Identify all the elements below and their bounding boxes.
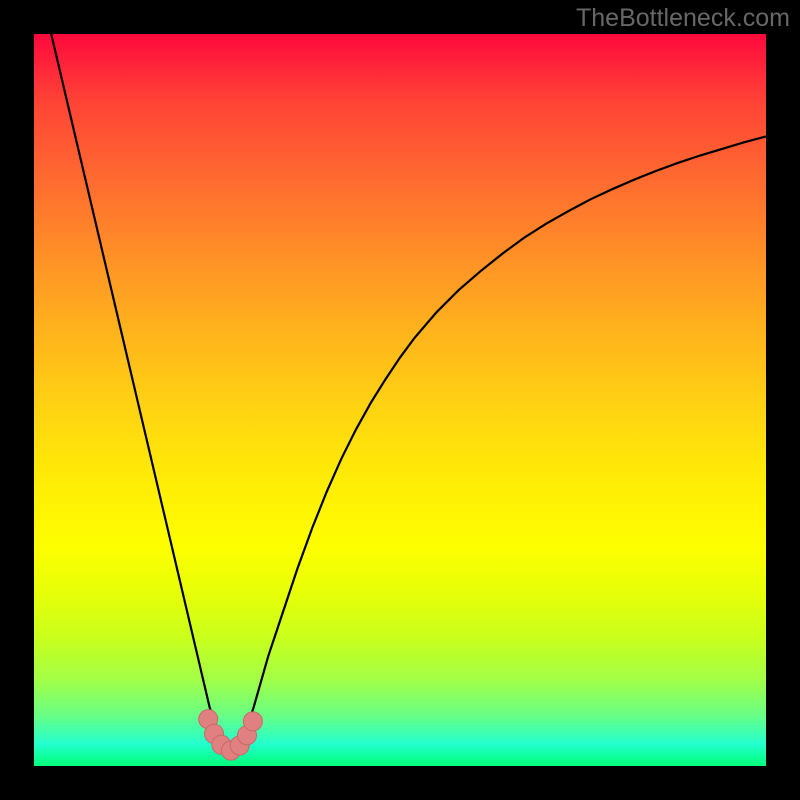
marker-dot xyxy=(243,712,262,731)
marker-group xyxy=(199,710,263,760)
optimal-range-markers xyxy=(34,34,766,766)
plot-area xyxy=(34,34,766,766)
watermark-text: TheBottleneck.com xyxy=(576,4,790,33)
chart-frame: TheBottleneck.com xyxy=(0,0,800,800)
